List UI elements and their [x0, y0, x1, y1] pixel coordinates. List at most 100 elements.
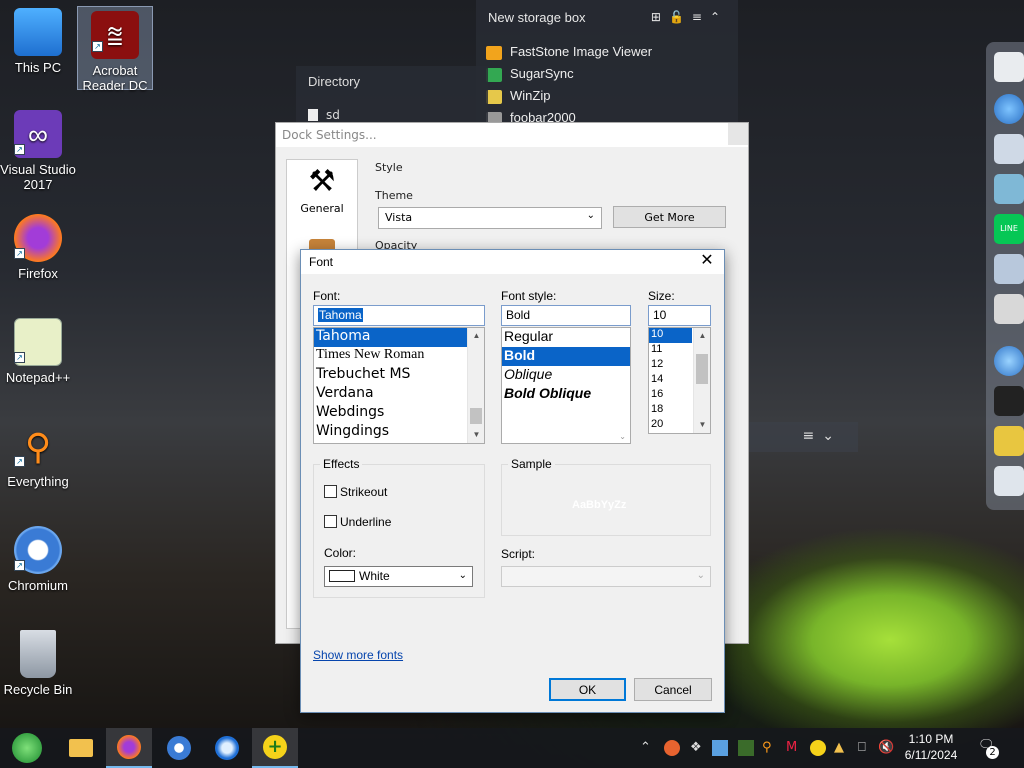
image-viewer-icon[interactable]	[994, 254, 1024, 284]
list-item[interactable]: Tahoma	[314, 328, 484, 347]
dialog-title: Font	[301, 250, 724, 274]
chevron-down-icon: ⌄	[586, 210, 595, 221]
start-button[interactable]	[4, 728, 50, 768]
list-item[interactable]: Webdings	[314, 404, 484, 423]
size-list[interactable]: 10 11 12 14 16 18 20 ▲ ▼	[648, 327, 711, 434]
taskbar-firefox[interactable]	[106, 728, 152, 768]
search-icon[interactable]: ⚲	[762, 740, 772, 756]
scroll-thumb[interactable]	[696, 354, 708, 384]
chevron-down-icon: ⌄	[696, 570, 705, 581]
list-item[interactable]: Times New Roman	[314, 347, 484, 366]
list-item[interactable]: Bold Oblique	[502, 385, 630, 404]
taskbar-chromium[interactable]	[156, 728, 202, 768]
color-label: Color:	[324, 546, 357, 560]
chevron-up-icon[interactable]: ▲	[468, 328, 484, 344]
dropbox-icon[interactable]: ❖	[690, 740, 702, 756]
scrollbar[interactable]: ▲ ▼	[467, 328, 484, 443]
shirt-icon[interactable]	[994, 386, 1024, 416]
chevron-down-icon[interactable]: ▼	[694, 417, 710, 433]
desktop-icon-label: 2017	[23, 177, 53, 192]
tools-icon: ⚒	[308, 164, 336, 199]
tray-app-icon[interactable]	[664, 740, 680, 756]
list-item[interactable]: Bold	[502, 347, 630, 366]
sugarsync-icon	[486, 67, 502, 82]
list-item[interactable]: WinZip	[486, 88, 550, 104]
desktop-icon-everything[interactable]: ⚲ ↗ Everything	[0, 422, 76, 489]
folder-icon[interactable]	[994, 134, 1024, 164]
globe-icon[interactable]	[994, 346, 1024, 376]
effects-group: Effects Strikeout Underline Color: White…	[313, 457, 485, 598]
file-icon	[308, 109, 318, 121]
side-dock: LINE	[986, 42, 1024, 510]
system-clock[interactable]: 1:10 PM 6/11/2024	[896, 731, 966, 763]
folder-icon[interactable]	[994, 174, 1024, 204]
desktop-icon-visual-studio[interactable]: ∞ ↗ Visual Studio 2017	[0, 110, 76, 192]
font-name-list[interactable]: Tahoma Times New Roman Trebuchet MS Verd…	[313, 327, 485, 444]
strikeout-checkbox[interactable]: Strikeout	[324, 485, 387, 499]
taskbar-file-explorer[interactable]	[58, 728, 104, 768]
taskbar-thunderbird[interactable]	[204, 728, 250, 768]
close-button[interactable]	[728, 123, 748, 145]
ok-button[interactable]: OK	[549, 678, 626, 701]
font-style-input[interactable]: Bold	[501, 305, 631, 326]
list-item[interactable]: FastStone Image Viewer	[486, 44, 652, 60]
storage-box-panel: New storage box ⊞🔓≡⌃ FastStone Image Vie…	[476, 0, 738, 130]
font-style-list[interactable]: Regular Bold Oblique Bold Oblique ⌄	[501, 327, 631, 444]
list-item[interactable]: 10	[649, 328, 692, 343]
directory-title: Directory	[308, 74, 361, 89]
list-item[interactable]: Wingdings	[314, 423, 484, 442]
desktop-icon-recycle-bin[interactable]: Recycle Bin	[0, 630, 76, 697]
underline-checkbox[interactable]: Underline	[324, 515, 391, 529]
list-item[interactable]: Verdana	[314, 385, 484, 404]
cancel-button[interactable]: Cancel	[634, 678, 712, 701]
hammer-icon[interactable]	[994, 426, 1024, 456]
mail-icon[interactable]: M	[786, 740, 797, 756]
theme-select[interactable]: Vista ⌄	[378, 207, 602, 229]
chevron-up-icon[interactable]: ⌃	[640, 740, 651, 756]
network-icon[interactable]: ⎕	[858, 740, 866, 756]
scrollbar[interactable]: ▲ ▼	[693, 328, 710, 433]
chevron-up-icon[interactable]: ▲	[694, 328, 710, 344]
vlc-icon[interactable]: ▲	[834, 740, 844, 756]
panel-controls[interactable]: ≡⌄	[748, 422, 858, 452]
taskbar-dock-app[interactable]: +	[252, 728, 298, 768]
font-name-input[interactable]: Tahoma	[313, 305, 485, 326]
font-label: Font:	[313, 289, 341, 303]
volume-muted-icon[interactable]: 🔇	[878, 740, 894, 756]
list-item[interactable]: sd	[308, 108, 340, 122]
font-dialog: Font ✕ Font: Tahoma Tahoma Times New Rom…	[300, 249, 725, 713]
show-more-fonts-link[interactable]: Show more fonts	[313, 648, 403, 662]
script-select[interactable]: ⌄	[501, 566, 711, 587]
list-item[interactable]: Regular	[502, 328, 630, 347]
globe-icon[interactable]	[994, 94, 1024, 124]
desktop-icon-chromium[interactable]: ↗ Chromium	[0, 526, 76, 593]
list-item[interactable]: Trebuchet MS	[314, 366, 484, 385]
desktop-icon-acrobat[interactable]: ⩰ ↗ Acrobat Reader DC	[77, 6, 153, 93]
sample-label: Sample	[508, 457, 555, 471]
size-input[interactable]: 10	[648, 305, 711, 326]
theme-label: Theme	[375, 189, 413, 202]
desktop-icon-firefox[interactable]: ↗ Firefox	[0, 214, 76, 281]
plus-icon: +	[263, 735, 287, 759]
chevron-down-icon[interactable]: ▼	[468, 427, 484, 443]
desktop-icon-this-pc[interactable]: This PC	[0, 8, 76, 75]
color-select[interactable]: White ⌄	[324, 566, 473, 587]
nav-item-general[interactable]: ⚒ General	[287, 160, 357, 215]
notepad-icon[interactable]	[994, 52, 1024, 82]
sample-text: AaBbYyZz	[572, 499, 627, 511]
line-icon[interactable]: LINE	[994, 214, 1024, 244]
list-item[interactable]: SugarSync	[486, 66, 574, 82]
chart-icon[interactable]	[738, 740, 754, 756]
tools-icon[interactable]	[994, 294, 1024, 324]
storage-box-controls[interactable]: ⊞🔓≡⌃	[651, 10, 728, 24]
plus-icon[interactable]	[810, 740, 826, 756]
size-label: Size:	[648, 289, 675, 303]
monitor-icon[interactable]	[712, 740, 728, 756]
desktop-icon-notepadpp[interactable]: ↗ Notepad++	[0, 318, 76, 385]
start-clover-icon	[12, 733, 42, 763]
close-icon[interactable]: ✕	[698, 252, 716, 270]
recycle-bin-icon[interactable]	[994, 466, 1024, 496]
scroll-thumb[interactable]	[470, 408, 482, 424]
list-item[interactable]: Oblique	[502, 366, 630, 385]
get-more-button[interactable]: Get More	[613, 206, 726, 228]
